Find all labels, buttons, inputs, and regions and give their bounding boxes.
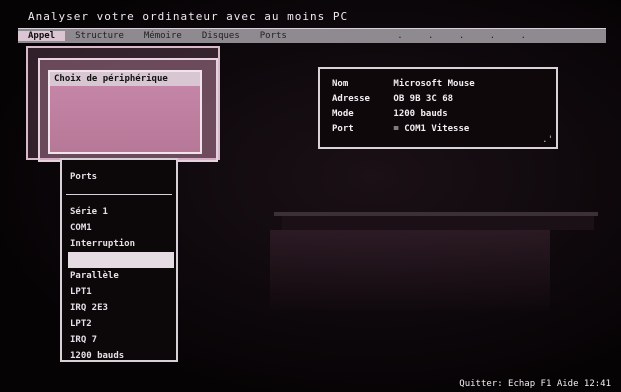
menu-bar: Appel Structure Mémoire Disques Ports . … (18, 28, 606, 43)
resize-corner-icon: .' (542, 135, 553, 145)
background-pane-bar (282, 216, 594, 230)
menu-item-ports[interactable]: Ports (250, 31, 297, 41)
panel-title: Ports (70, 172, 98, 182)
status-line: Quitter: Echap F1 Aide 12:41 (459, 379, 611, 389)
info-value: 1200 bauds (393, 109, 448, 119)
list-item[interactable]: IRQ 2E3 (68, 300, 174, 316)
info-row-mode: Mode 1200 bauds (332, 109, 448, 119)
window-title: Analyser votre ordinateur avec au moins … (28, 10, 349, 23)
list-item-selected[interactable] (68, 252, 174, 268)
list-item[interactable]: Parallèle (68, 268, 174, 284)
menu-overflow-dots: . . . . . (397, 31, 536, 41)
ports-list: Série 1 COM1 Interruption Parallèle LPT1… (68, 204, 174, 364)
info-row-address: Adresse OB 9B 3C 68 (332, 94, 453, 104)
menu-item-memoire[interactable]: Mémoire (134, 31, 192, 41)
info-key: Nom (332, 79, 349, 89)
info-key: Port (332, 124, 354, 134)
dialog-title: Choix de périphérique (50, 72, 200, 86)
list-item[interactable]: Interruption (68, 236, 174, 252)
device-info-box: Nom Microsoft Mouse Adresse OB 9B 3C 68 … (318, 67, 558, 149)
info-value: Microsoft Mouse (393, 79, 475, 89)
info-value: OB 9B 3C 68 (393, 94, 454, 104)
info-key: Mode (332, 109, 354, 119)
panel-divider (66, 194, 172, 195)
list-item[interactable]: 1200 bauds (68, 348, 174, 364)
list-item[interactable]: LPT1 (68, 284, 174, 300)
menu-item-structure[interactable]: Structure (65, 31, 134, 41)
list-item[interactable]: COM1 (68, 220, 174, 236)
ports-panel: Ports Série 1 COM1 Interruption Parallèl… (60, 158, 178, 362)
list-item[interactable]: LPT2 (68, 316, 174, 332)
info-value: = COM1 Vitesse (393, 124, 470, 134)
menu-item-appel[interactable]: Appel (18, 31, 66, 41)
list-item[interactable]: Série 1 (68, 204, 174, 220)
background-pane (270, 230, 550, 310)
info-row-port: Port = COM1 Vitesse (332, 124, 469, 134)
info-row-name: Nom Microsoft Mouse (332, 79, 475, 89)
device-choice-dialog: Choix de périphérique (48, 70, 202, 154)
list-item[interactable]: IRQ 7 (68, 332, 174, 348)
info-key: Adresse (332, 94, 370, 104)
menu-item-disques[interactable]: Disques (192, 31, 250, 41)
